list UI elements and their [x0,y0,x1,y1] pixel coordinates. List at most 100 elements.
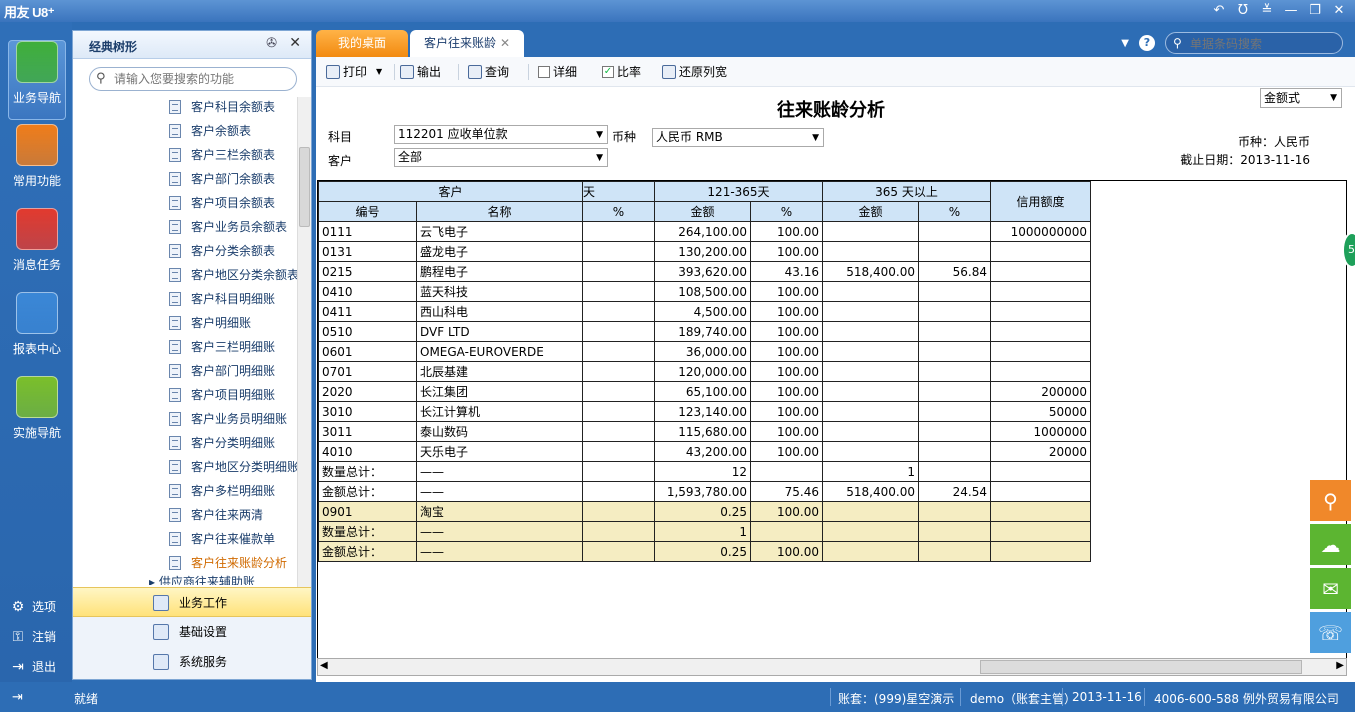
bottom-nav-item[interactable]: ⚙ 选项 [10,598,56,615]
tree-item-supplier-group[interactable]: ▸ 供应商往来辅助账 [73,575,297,585]
cloud-icon[interactable]: ☁ [1310,524,1351,565]
print-button[interactable]: 打印 ▼ [326,63,382,81]
table-row[interactable]: 3010 长江计算机 123,140.00 100.00 50000 [318,401,1091,422]
tree-scrollbar[interactable] [297,97,311,587]
scroll-left-icon[interactable]: ◀ [320,660,328,671]
tree-item[interactable]: 客户部门余额表 [73,167,297,191]
close-icon[interactable]: ✕ [289,35,301,51]
header-amount[interactable]: 金额 [654,201,751,222]
tree-item[interactable]: 客户往来两清 [73,503,297,527]
tree-item[interactable]: 客户往来账龄分析 [73,551,297,575]
tree-item[interactable]: 客户往来催款单 [73,527,297,551]
table-row[interactable]: 2020 长江集团 65,100.00 100.00 200000 [318,381,1091,402]
table-row[interactable]: 数量总计： —— 1 [318,521,1091,542]
help-icon[interactable]: ? [1139,35,1155,51]
header-credit-limit[interactable]: 信用额度 [990,181,1091,222]
table-row[interactable]: 4010 天乐电子 43,200.00 100.00 20000 [318,441,1091,462]
bottom-nav-item[interactable]: ⇥ 退出 [10,658,56,675]
header-121-365[interactable]: 121-365天 [654,181,823,202]
collapse-icon[interactable]: ⇥ [12,690,23,705]
barcode-search[interactable]: ⚲ [1165,32,1343,54]
table-row[interactable]: 0601 OMEGA-EUROVERDE 36,000.00 100.00 [318,341,1091,362]
table-row[interactable]: 0111 云飞电子 264,100.00 100.00 1000000000 [318,221,1091,242]
window-control-5[interactable]: ✕ [1331,2,1347,19]
header-code[interactable]: 编号 [318,201,417,222]
function-search-input[interactable] [114,71,290,87]
tree-item[interactable]: 客户分类明细账 [73,431,297,455]
edge-bubble[interactable]: 5 [1342,232,1355,268]
header-amount[interactable]: 金额 [822,201,919,222]
tree-item[interactable]: 客户地区分类余额表 [73,263,297,287]
format-select[interactable]: 金额式 ▼ [1260,88,1342,108]
restore-columns-button[interactable]: 还原列宽 [662,63,727,81]
window-control-3[interactable]: — [1283,2,1299,19]
table-row[interactable]: 0131 盛龙电子 130,200.00 100.00 [318,241,1091,262]
nav-mail[interactable]: 消息任务 [8,208,66,288]
tree-bottom-gear[interactable]: 基础设置 [73,617,311,647]
table-row[interactable]: 0701 北辰基建 120,000.00 100.00 [318,361,1091,382]
window-control-4[interactable]: ❐ [1307,2,1323,19]
header-over-365[interactable]: 365 天以上 [822,181,991,202]
window-control-0[interactable]: ↶ [1211,2,1227,19]
table-row[interactable]: 0215 鹏程电子 393,620.00 43.16 518,400.00 56.84 [318,261,1091,282]
nav-business-nav[interactable]: 业务导航 [8,40,66,120]
scroll-right-icon[interactable]: ▶ [1336,660,1344,671]
nav-star[interactable]: 常用功能 [8,124,66,204]
tab-my-desktop[interactable]: 我的桌面 [316,30,408,57]
table-row[interactable]: 0901 淘宝 0.25 100.00 [318,501,1091,522]
tree-item[interactable]: 客户三栏明细账 [73,335,297,359]
detail-checkbox[interactable]: 详细 [538,63,577,81]
tree-item[interactable]: 客户三栏余额表 [73,143,297,167]
table-row[interactable]: 金额总计： —— 1,593,780.00 75.46 518,400.00 24.54 [318,481,1091,502]
search-icon[interactable]: ⚲ [1310,480,1351,521]
header-pct[interactable]: % [750,201,823,222]
tab-customer-aging[interactable]: 客户往来账龄 ✕ [410,30,524,57]
export-button[interactable]: 输出 [400,63,441,81]
dropdown-icon[interactable]: ▼ [1121,38,1129,49]
tree-item[interactable]: 客户地区分类明细账 [73,455,297,479]
tree-bottom-briefcase[interactable]: 业务工作 [73,587,311,617]
tree-item[interactable]: 客户项目明细账 [73,383,297,407]
header-days[interactable]: 天 [582,181,655,202]
function-search[interactable]: ⚲ [89,67,297,91]
horizontal-scrollbar[interactable]: ◀ ▶ [317,658,1347,676]
header-customer[interactable]: 客户 [318,181,583,202]
tree-item[interactable]: 客户科目明细账 [73,287,297,311]
tree-item[interactable]: 客户项目余额表 [73,191,297,215]
tree-item[interactable]: 客户部门明细账 [73,359,297,383]
tree-bottom-server[interactable]: 系统服务 [73,647,311,677]
scrollbar-thumb[interactable] [980,660,1302,674]
chat-icon[interactable]: ✉ [1310,568,1351,609]
tree-item[interactable]: 客户业务员余额表 [73,215,297,239]
pin-icon[interactable]: ✇ [266,36,277,51]
window-control-1[interactable]: Ʊ [1235,2,1251,19]
customer-select[interactable]: 全部 ▼ [394,148,608,167]
nav-report[interactable]: 报表中心 [8,292,66,372]
tree-item[interactable]: 客户科目余额表 [73,95,297,119]
query-button[interactable]: 查询 [468,63,509,81]
support-icon[interactable]: ☏ [1310,612,1351,653]
ratio-checkbox[interactable]: ✓ 比率 [602,63,641,81]
table-row[interactable]: 0510 DVF LTD 189,740.00 100.00 [318,321,1091,342]
nav-compass[interactable]: 实施导航 [8,376,66,456]
chevron-down-icon[interactable]: ▼ [376,63,382,81]
bottom-nav-item[interactable]: ⚿ 注销 [10,628,56,645]
table-row[interactable]: 0410 蓝天科技 108,500.00 100.00 [318,281,1091,302]
table-row[interactable]: 数量总计： —— 12 1 [318,461,1091,482]
header-name[interactable]: 名称 [416,201,583,222]
tree-item[interactable]: 客户业务员明细账 [73,407,297,431]
currency-select[interactable]: 人民币 RMB ▼ [652,128,824,147]
tree-item[interactable]: 客户分类余额表 [73,239,297,263]
barcode-search-input[interactable] [1190,36,1336,51]
table-row[interactable]: 0411 西山科电 4,500.00 100.00 [318,301,1091,322]
header-pct[interactable]: % [582,201,655,222]
table-row[interactable]: 3011 泰山数码 115,680.00 100.00 1000000 [318,421,1091,442]
window-control-2[interactable]: ≚ [1259,2,1275,19]
header-pct[interactable]: % [918,201,991,222]
tree-item[interactable]: 客户明细账 [73,311,297,335]
tree-item[interactable]: 客户多栏明细账 [73,479,297,503]
scrollbar-thumb[interactable] [299,147,310,227]
subject-select[interactable]: 112201 应收单位款 ▼ [394,125,608,144]
table-row[interactable]: 金额总计： —— 0.25 100.00 [318,541,1091,562]
tab-close-icon[interactable]: ✕ [500,36,510,50]
